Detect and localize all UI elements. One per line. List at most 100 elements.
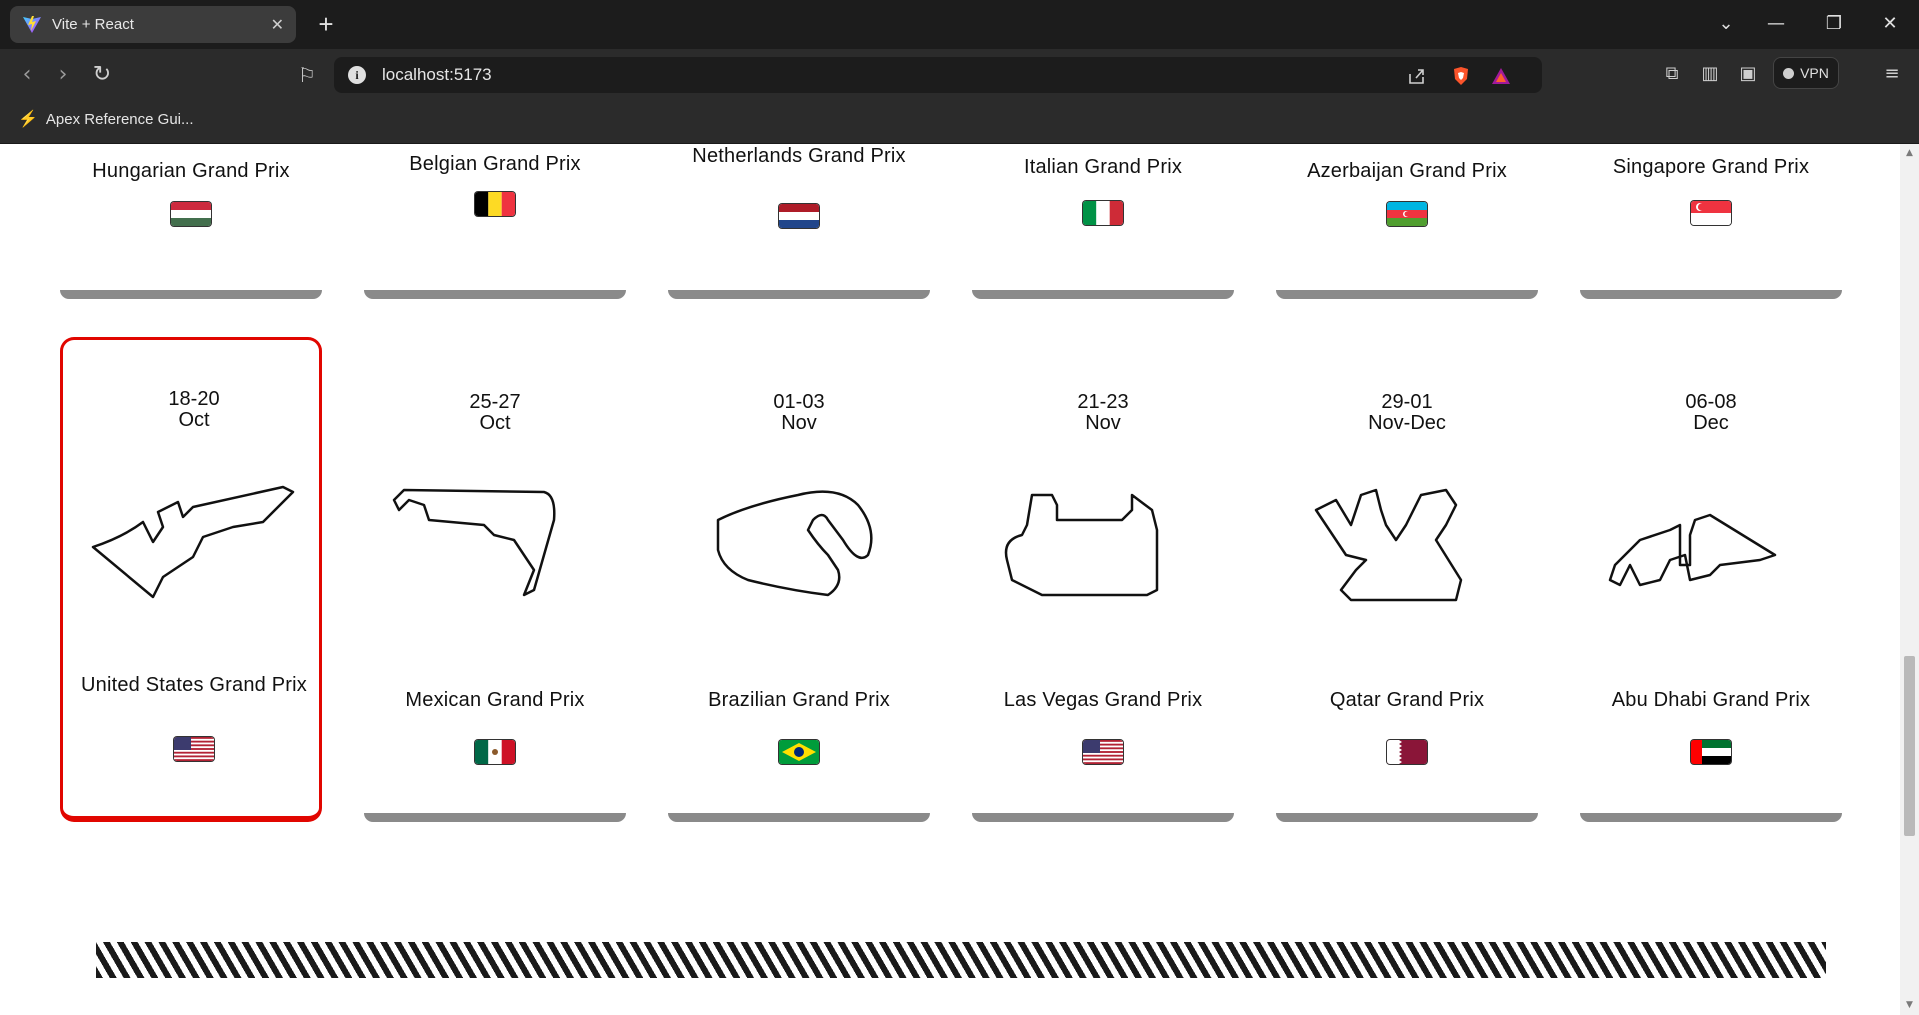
circuit-outline <box>716 490 873 597</box>
browser-tab-bar: Vite + React ✕ + ⌄ — ❐ ✕ <box>0 0 1919 49</box>
bolt-icon: ⚡ <box>18 111 38 128</box>
hatched-divider <box>96 942 1826 978</box>
circuit-layout-icon <box>716 490 873 597</box>
race-name: Singapore Grand Prix <box>1612 156 1810 178</box>
race-card[interactable]: 01-03 Nov Brazilian Grand Prix <box>668 340 930 822</box>
race-card[interactable]: 21-23 Nov Las Vegas Grand Prix <box>972 340 1234 822</box>
race-name: Hungarian Grand Prix <box>92 160 290 182</box>
new-tab-button[interactable]: + <box>312 10 340 38</box>
race-card[interactable]: 06-08 Dec Abu Dhabi Grand Prix <box>1580 340 1842 822</box>
hungary-flag-icon <box>171 202 211 226</box>
race-card[interactable]: 29-01 Nov-Dec Qatar Grand Prix <box>1276 340 1538 822</box>
vpn-status-icon <box>1783 67 1795 79</box>
vite-logo-icon <box>23 15 41 33</box>
scroll-down-icon[interactable]: ▼ <box>1904 1000 1915 1010</box>
bookmark-icon[interactable]: ⚐ <box>294 62 320 88</box>
race-name: Italian Grand Prix <box>1023 156 1183 178</box>
card-base <box>364 290 626 299</box>
card-base <box>60 290 322 299</box>
reload-icon[interactable]: ↻ <box>89 62 115 88</box>
back-icon[interactable]: ‹ <box>14 62 40 88</box>
circuit-outline <box>1314 488 1463 602</box>
sidebar-icon[interactable]: ▥ <box>1698 62 1722 86</box>
card-base <box>668 290 930 299</box>
race-month: Nov <box>781 412 817 434</box>
scroll-up-icon[interactable]: ▲ <box>1904 148 1915 158</box>
uae-flag-icon <box>1691 740 1731 764</box>
minimize-button[interactable]: — <box>1758 10 1794 38</box>
race-card-top[interactable]: Singapore Grand Prix <box>1580 144 1842 302</box>
card-base <box>1276 290 1538 299</box>
italy-flag-icon <box>1083 201 1123 225</box>
circuit-outline <box>392 488 556 597</box>
race-card[interactable]: 25-27 Oct Mexican Grand Prix <box>364 340 626 822</box>
race-card-top[interactable]: Belgian Grand Prix <box>364 144 626 302</box>
card-base <box>1580 813 1842 822</box>
wallet-icon[interactable]: ▣ <box>1736 62 1760 86</box>
vpn-label: VPN <box>1800 65 1829 81</box>
tab-search-icon[interactable]: ⌄ <box>1708 10 1744 38</box>
mexico-flag-icon <box>475 740 515 764</box>
race-card-top[interactable]: Azerbaijan Grand Prix <box>1276 144 1538 302</box>
race-name: United States Grand Prix <box>80 674 307 696</box>
race-date: 21-23 Nov <box>972 392 1234 434</box>
race-month: Oct <box>178 409 210 431</box>
race-date: 01-03 Nov <box>668 392 930 434</box>
circuit-layout-icon <box>1608 513 1777 587</box>
bookmarks-bar: ⚡ Apex Reference Gui... <box>0 99 1919 144</box>
race-card-top[interactable]: Italian Grand Prix <box>972 144 1234 302</box>
url-text[interactable]: localhost:5173 <box>382 65 492 85</box>
race-date-range: 06-08 <box>1685 391 1737 413</box>
address-bar[interactable]: i localhost:5173 <box>334 57 1542 93</box>
race-date: 29-01 Nov-Dec <box>1276 392 1538 434</box>
scrollbar[interactable]: ▲ ▼ <box>1900 144 1919 1015</box>
belgium-flag-icon <box>475 192 515 216</box>
race-month: Nov <box>1085 412 1121 434</box>
usa-flag-icon <box>174 737 214 761</box>
forward-icon[interactable]: › <box>50 62 76 88</box>
circuit-layout-icon <box>91 485 295 599</box>
race-month: Oct <box>479 412 511 434</box>
brave-shields-icon[interactable] <box>1450 65 1472 87</box>
race-name: Azerbaijan Grand Prix <box>1307 160 1507 182</box>
brave-rewards-icon[interactable] <box>1490 65 1512 87</box>
race-date-range: 21-23 <box>1077 391 1129 413</box>
race-date-range: 18-20 <box>168 388 220 410</box>
tab-close-icon[interactable]: ✕ <box>271 15 284 35</box>
race-date: 06-08 Dec <box>1580 392 1842 434</box>
site-info-icon[interactable]: i <box>348 66 366 84</box>
close-window-button[interactable]: ✕ <box>1872 10 1908 38</box>
scroll-thumb[interactable] <box>1904 656 1915 836</box>
race-date: 25-27 Oct <box>364 392 626 434</box>
circuit-layout-icon <box>1314 488 1463 602</box>
card-base <box>1580 290 1842 299</box>
race-card[interactable]: 18-20 Oct United States Grand Prix <box>60 337 322 822</box>
race-name: Abu Dhabi Grand Prix <box>1611 689 1811 711</box>
race-name: Netherlands Grand Prix <box>692 145 906 167</box>
race-name: Belgian Grand Prix <box>409 153 581 175</box>
menu-icon[interactable]: ≡ <box>1880 62 1904 86</box>
circuit-outline <box>91 485 295 599</box>
bookmark-apex-reference[interactable]: ⚡ Apex Reference Gui... <box>18 109 194 129</box>
race-date-range: 01-03 <box>773 391 825 413</box>
card-base <box>1276 813 1538 822</box>
race-card-top[interactable]: Netherlands Grand Prix <box>668 144 930 302</box>
qatar-flag-icon <box>1387 740 1427 764</box>
restore-button[interactable]: ❐ <box>1816 10 1852 38</box>
race-name: Brazilian Grand Prix <box>708 689 890 711</box>
netherlands-flag-icon <box>779 204 819 228</box>
race-date: 18-20 Oct <box>63 389 325 431</box>
share-icon[interactable] <box>1406 65 1428 87</box>
bookmark-label: Apex Reference Gui... <box>45 110 194 128</box>
circuit-layout-icon <box>1004 493 1159 597</box>
card-base <box>972 290 1234 299</box>
azerbaijan-flag-icon <box>1387 202 1427 226</box>
card-base <box>972 813 1234 822</box>
vpn-button[interactable]: VPN <box>1773 57 1839 89</box>
race-card-top[interactable]: Hungarian Grand Prix <box>60 144 322 302</box>
card-base <box>668 813 930 822</box>
usa-flag-icon <box>1083 740 1123 764</box>
extensions-icon[interactable]: ⧉ <box>1660 62 1684 86</box>
browser-tab[interactable]: Vite + React ✕ <box>10 6 296 43</box>
circuit-layout-icon <box>392 488 556 597</box>
